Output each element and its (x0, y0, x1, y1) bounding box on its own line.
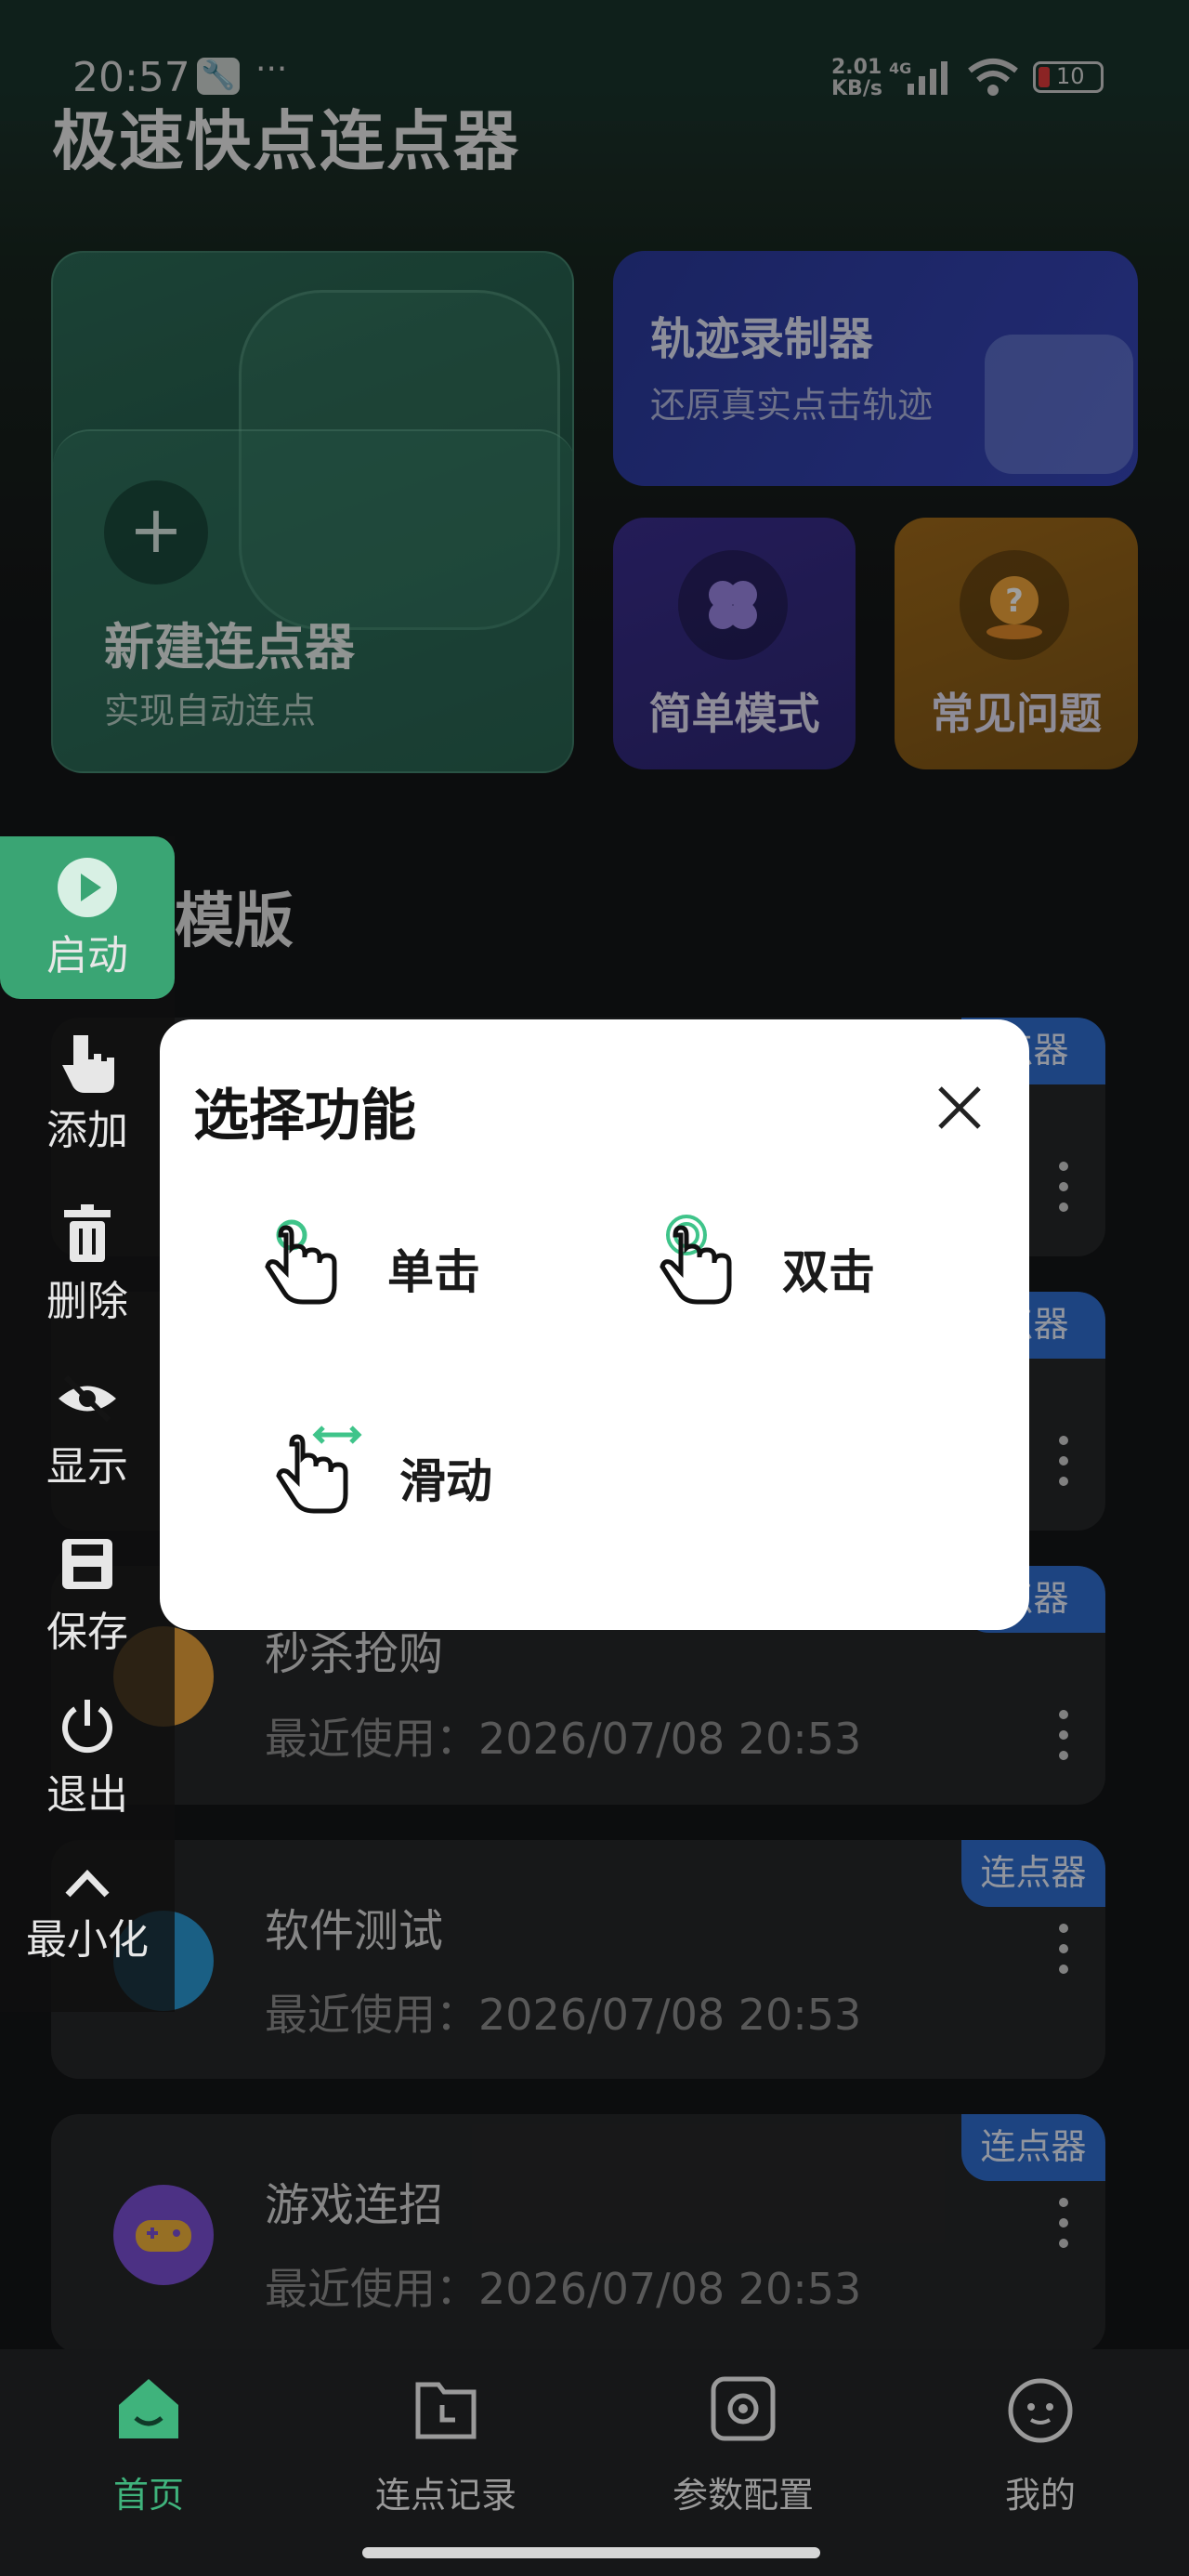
swipe-option[interactable]: 滑动 (269, 1424, 567, 1526)
show-label: 显示 (46, 1443, 128, 1491)
home-icon (119, 2379, 178, 2438)
eye-off-icon (59, 1374, 116, 1423)
save-button[interactable]: 保存 (0, 1531, 175, 1658)
start-label: 启动 (46, 932, 128, 979)
minimize-button[interactable]: 最小化 (0, 1863, 175, 1965)
add-label: 添加 (46, 1107, 128, 1154)
swipe-label: 滑动 (399, 1454, 492, 1508)
exit-button[interactable]: 退出 (0, 1694, 175, 1820)
single-click-option[interactable]: 单击 (262, 1215, 541, 1317)
nav-click-records-label: 连点记录 (374, 2475, 516, 2516)
chevron-up-icon (65, 1869, 110, 1898)
nav-click-records[interactable]: 连点记录 (353, 2372, 539, 2517)
nav-mine-label: 我的 (1004, 2475, 1076, 2516)
show-button[interactable]: 显示 (0, 1366, 175, 1492)
exit-label: 退出 (46, 1771, 128, 1819)
minimize-label: 最小化 (26, 1916, 149, 1964)
double-click-option[interactable]: 双击 (657, 1215, 935, 1317)
nav-home-label: 首页 (112, 2475, 184, 2516)
home-indicator[interactable] (362, 2547, 820, 2558)
nav-settings-label: 参数配置 (672, 2475, 814, 2516)
nav-home[interactable]: 首页 (56, 2372, 242, 2517)
nav-settings[interactable]: 参数配置 (650, 2372, 836, 2517)
save-label: 保存 (46, 1609, 128, 1656)
nav-mine[interactable]: 我的 (947, 2372, 1133, 2517)
dialog-title: 选择功能 (193, 1084, 416, 1149)
select-function-dialog: 选择功能 单击 双击 滑动 (160, 1019, 1029, 1630)
power-icon (62, 1700, 112, 1754)
single-click-label: 单击 (387, 1245, 480, 1299)
add-button[interactable]: 添加 (0, 1030, 175, 1156)
double-click-label: 双击 (782, 1245, 875, 1299)
delete-label: 删除 (46, 1278, 128, 1325)
smiley-face-icon (1008, 2378, 1073, 2443)
close-icon[interactable] (927, 1075, 992, 1140)
gear-icon (711, 2376, 776, 2441)
swipe-icon (276, 1426, 362, 1514)
play-icon (58, 858, 117, 917)
start-button[interactable]: 启动 (0, 836, 175, 999)
delete-button[interactable]: 删除 (0, 1201, 175, 1327)
double-click-icon (660, 1215, 732, 1305)
save-icon (62, 1539, 112, 1589)
hand-pointer-icon (62, 1035, 114, 1093)
single-click-icon (265, 1219, 337, 1305)
folder-clock-icon (415, 2382, 477, 2439)
trash-icon (64, 1204, 111, 1262)
